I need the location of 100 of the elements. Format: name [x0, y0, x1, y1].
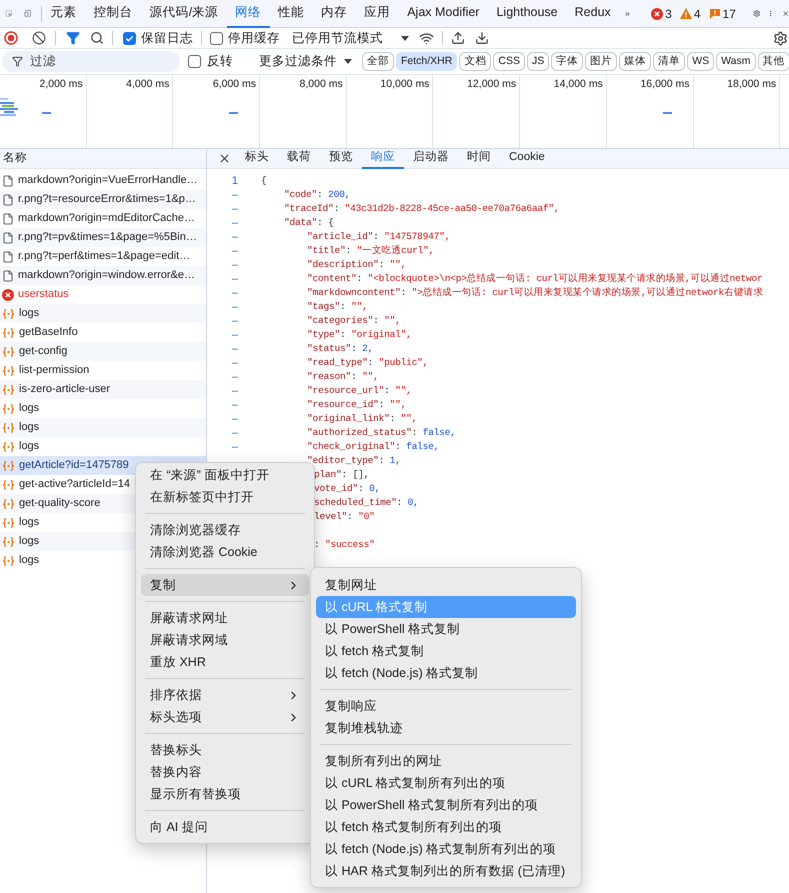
checkbox[interactable]: [210, 32, 223, 44]
throttling-select[interactable]: 已停用节流模式: [292, 28, 409, 48]
file-icon: [2, 194, 14, 206]
request-row[interactable]: logs: [0, 418, 206, 437]
panel-tab[interactable]: 源代码/来源: [141, 0, 227, 28]
panel-tab[interactable]: Lighthouse: [488, 0, 566, 28]
column-header[interactable]: 名称: [0, 149, 206, 169]
panel-tab[interactable]: Ajax Modifier: [398, 0, 488, 28]
issue-count[interactable]: 17: [722, 4, 736, 22]
detail-tab[interactable]: 载荷: [278, 148, 320, 168]
menu-item[interactable]: 屏蔽请求网址: [141, 607, 309, 629]
menu-item[interactable]: 显示所有替换项: [141, 783, 309, 805]
panel-tab[interactable]: 内存: [312, 0, 356, 28]
wifi-icon[interactable]: [419, 30, 434, 46]
type-filter-chip[interactable]: 清单: [653, 52, 686, 71]
braces-icon: [2, 384, 15, 396]
time-tick-label: 18,000 ms: [727, 77, 776, 91]
menu-item[interactable]: 替换内容: [141, 761, 309, 783]
type-filter-chip[interactable]: CSS: [493, 52, 525, 71]
detail-tab[interactable]: 预览: [320, 148, 362, 168]
panel-tab[interactable]: 应用: [356, 0, 399, 28]
detail-tab[interactable]: 启动器: [404, 148, 458, 168]
search-icon[interactable]: [90, 31, 104, 45]
menu-item[interactable]: 以 fetch (Node.js) 格式复制: [316, 662, 576, 684]
type-filter-chip[interactable]: 文档: [459, 52, 492, 71]
line-number: –: [232, 440, 238, 453]
menu-item[interactable]: 以 fetch (Node.js) 格式复制所有列出的项: [316, 838, 576, 860]
code-line: "original_link": "",: [307, 412, 418, 426]
menu-item[interactable]: 标头选项: [141, 706, 309, 728]
menu-item[interactable]: 替换标头: [141, 739, 309, 761]
upload-icon[interactable]: [451, 31, 465, 45]
braces-icon: [2, 402, 15, 414]
issue-count[interactable]: 3: [665, 4, 672, 22]
code-line: "tags": "",: [307, 300, 368, 314]
code-line: {: [261, 174, 267, 188]
detail-tab[interactable]: Cookie: [500, 148, 554, 168]
line-number: –: [232, 342, 238, 355]
request-row[interactable]: markdown?origin=window.error&e…: [0, 266, 206, 285]
braces-icon: [2, 346, 15, 358]
line-number: –: [232, 230, 238, 243]
type-filter-chip[interactable]: Wasm: [716, 52, 756, 71]
braces-icon: [2, 516, 15, 528]
type-filter-chip[interactable]: WS: [687, 52, 714, 71]
menu-item[interactable]: 以 PowerShell 格式复制: [316, 618, 576, 640]
line-number: –: [232, 300, 238, 313]
request-row[interactable]: get-config: [0, 342, 206, 361]
panel-tab[interactable]: 控制台: [85, 0, 142, 28]
type-filter-chip[interactable]: 图片: [585, 52, 618, 71]
close-icon[interactable]: [218, 152, 231, 165]
menu-item[interactable]: 以 PowerShell 格式复制所有列出的项: [316, 794, 576, 816]
type-filter-chip[interactable]: 其他: [758, 52, 789, 71]
detail-tab[interactable]: 标头: [236, 148, 278, 168]
detail-tab[interactable]: 时间: [458, 148, 500, 168]
request-row[interactable]: r.png?t=resourceError&times=1&p…: [0, 190, 206, 209]
menu-item[interactable]: 复制响应: [316, 695, 576, 717]
download-icon[interactable]: [475, 31, 489, 45]
more-filters-dropdown[interactable]: 更多过滤条件: [259, 52, 352, 71]
checkbox-label: 反转: [207, 53, 233, 70]
braces-icon: [2, 460, 15, 472]
filter-field[interactable]: 过滤: [2, 51, 180, 72]
time-tick-label: 8,000 ms: [300, 77, 343, 91]
time-tick-label: 12,000 ms: [467, 77, 516, 91]
line-number: –: [232, 188, 238, 201]
menu-item[interactable]: 屏蔽请求网域: [141, 629, 309, 651]
menu-item[interactable]: 以 cURL 格式复制所有列出的项: [316, 772, 576, 794]
code-line: "type": "original",: [307, 328, 412, 342]
type-filter-chip[interactable]: 媒体: [619, 52, 652, 71]
menu-item[interactable]: 复制: [141, 574, 309, 596]
braces-icon: [2, 440, 15, 452]
line-number: 1: [232, 174, 238, 187]
menu-item[interactable]: 以 fetch 格式复制: [316, 640, 576, 662]
menu-item[interactable]: 以 HAR 格式复制列出的所有数据 (已清理): [316, 860, 576, 882]
filter-input[interactable]: 过滤: [30, 52, 180, 71]
panel-tab[interactable]: 性能: [270, 0, 313, 28]
type-filter-chip[interactable]: Fetch/XHR: [396, 52, 458, 71]
issue-count[interactable]: 4: [694, 4, 701, 22]
request-row[interactable]: r.png?t=pv&times=1&page=%5Bin…: [0, 228, 206, 247]
checkbox[interactable]: [123, 32, 136, 44]
settings-icon[interactable]: [773, 30, 788, 46]
type-filter-chip[interactable]: JS: [526, 52, 550, 71]
menu-item[interactable]: 复制堆栈轨迹: [316, 717, 576, 739]
menu-item[interactable]: 向 AI 提问: [141, 816, 309, 838]
menu-item[interactable]: 复制网址: [316, 574, 576, 596]
menu-item[interactable]: 复制所有列出的网址: [316, 750, 576, 772]
time-tick-label: 10,000 ms: [380, 77, 430, 91]
filter-icon[interactable]: [66, 31, 80, 45]
code-line: "data": {: [284, 216, 334, 230]
type-filter-chip[interactable]: 字体: [551, 52, 584, 71]
request-row[interactable]: is-zero-article-user: [0, 380, 206, 399]
panel-tab[interactable]: Redux: [566, 0, 620, 28]
checkbox[interactable]: [188, 55, 201, 68]
menu-item[interactable]: 排序依据: [141, 684, 309, 706]
menu-item[interactable]: 以 fetch 格式复制所有列出的项: [316, 816, 576, 838]
record-icon[interactable]: [4, 31, 18, 45]
menu-item[interactable]: 重放 XHR: [141, 651, 309, 673]
request-row[interactable]: logs: [0, 304, 206, 323]
panel-tab[interactable]: 元素: [42, 0, 86, 28]
detail-tab[interactable]: 响应: [362, 148, 404, 168]
type-filter-chip[interactable]: 全部: [362, 52, 394, 71]
clear-icon[interactable]: [32, 31, 46, 45]
